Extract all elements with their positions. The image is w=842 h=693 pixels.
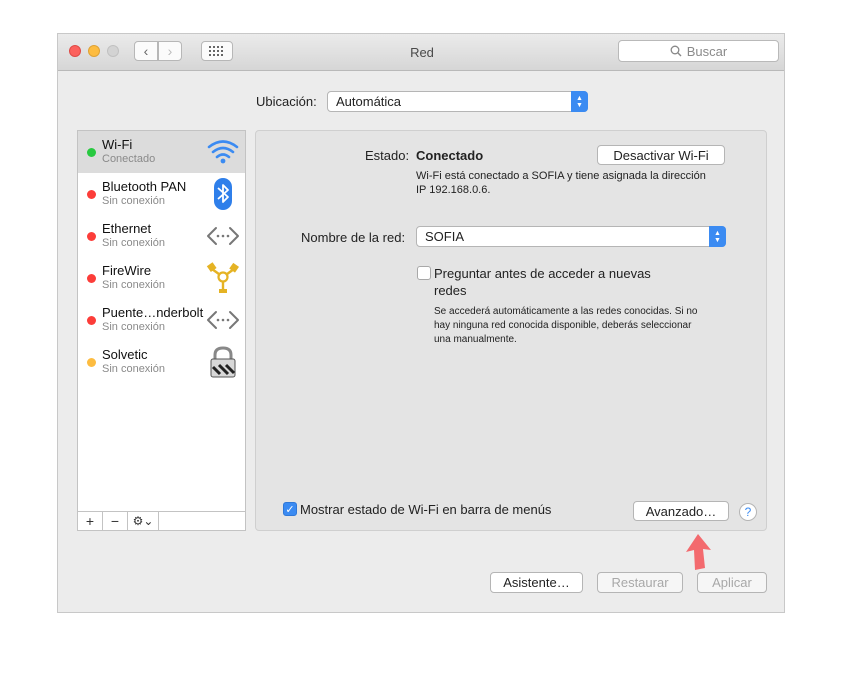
service-name: Puente…nderbolt	[102, 305, 204, 320]
status-description-line2: IP 192.168.0.6.	[416, 184, 491, 196]
toggle-wifi-button[interactable]: Desactivar Wi-Fi	[597, 145, 725, 165]
service-status: Sin conexión	[102, 321, 165, 333]
service-name: Solvetic	[102, 347, 148, 362]
status-dot	[87, 232, 96, 241]
show-wifi-menu-label: Mostrar estado de Wi-Fi en barra de menú…	[300, 502, 552, 517]
thunderbolt-bridge-icon	[207, 311, 239, 329]
status-label: Estado:	[365, 148, 410, 163]
show-wifi-menu-checkbox[interactable]: ✓	[283, 502, 297, 516]
service-name: Ethernet	[102, 221, 152, 236]
popup-arrows-icon: ▲ ▼	[571, 91, 588, 112]
service-status: Sin conexión	[102, 237, 165, 249]
ask-join-description-line1: Se accederá automáticamente a las redes …	[434, 306, 698, 317]
wifi-icon	[207, 140, 239, 164]
service-status: Conectado	[102, 153, 156, 165]
service-item-thunderbolt-bridge[interactable]: Puente…nderbolt Sin conexión	[78, 299, 245, 341]
service-status: Sin conexión	[102, 363, 165, 375]
search-icon	[670, 45, 682, 57]
apply-button[interactable]: Aplicar	[697, 572, 767, 593]
network-name-label: Nombre de la red:	[301, 230, 406, 245]
service-list: Wi-Fi Conectado Bluetooth PAN Sin conexi…	[77, 130, 246, 531]
service-status: Sin conexión	[102, 279, 165, 291]
ask-join-label-line2: redes	[434, 283, 467, 298]
minus-icon: −	[110, 513, 120, 529]
remove-service-button[interactable]: −	[103, 512, 128, 530]
vpn-lock-icon	[210, 346, 236, 378]
status-dot	[87, 190, 96, 199]
service-item-firewire[interactable]: FireWire Sin conexión	[78, 257, 245, 299]
ethernet-icon	[207, 227, 239, 245]
add-service-button[interactable]: +	[78, 512, 103, 530]
bluetooth-icon	[214, 178, 232, 210]
firewire-icon	[206, 262, 239, 293]
location-select[interactable]: Automática ▲ ▼	[327, 91, 588, 112]
status-dot	[87, 358, 96, 367]
wifi-detail-panel: Estado: Conectado Desactivar Wi-Fi Wi-Fi…	[255, 130, 767, 531]
ask-join-checkbox[interactable]	[417, 266, 431, 280]
location-label: Ubicación:	[256, 94, 317, 109]
search-input[interactable]: Buscar	[618, 40, 779, 62]
plus-icon: +	[85, 513, 95, 529]
service-status: Sin conexión	[102, 195, 165, 207]
status-dot	[87, 148, 96, 157]
revert-button[interactable]: Restaurar	[597, 572, 683, 593]
annotation-arrow-icon	[686, 534, 711, 570]
service-actions-menu[interactable]: ⚙︎⌄	[128, 512, 159, 530]
ask-join-label-line1: Preguntar antes de acceder a nuevas	[434, 266, 651, 281]
service-name: FireWire	[102, 263, 152, 278]
service-name: Wi-Fi	[102, 137, 133, 152]
service-item-solvetic[interactable]: Solvetic Sin conexión	[78, 341, 245, 383]
service-list-toolbar: + − ⚙︎⌄	[77, 511, 246, 531]
network-preferences-window: ‹ › Red Buscar Ubicación: Automática ▲▼	[57, 33, 785, 613]
network-name-value: SOFIA	[425, 229, 465, 244]
gear-icon: ⚙︎⌄	[132, 514, 154, 528]
service-item-bluetooth-pan[interactable]: Bluetooth PAN Sin conexión	[78, 173, 245, 215]
status-description-line1: Wi-Fi está conectado a SOFIA y tiene asi…	[416, 170, 706, 182]
search-placeholder: Buscar	[686, 43, 728, 59]
ask-join-description-line3: una manualmente.	[434, 334, 517, 345]
status-dot	[87, 274, 96, 283]
checkmark-icon: ✓	[285, 503, 295, 516]
location-value: Automática	[336, 94, 402, 109]
help-icon: ?	[744, 505, 752, 519]
popup-arrows-icon: ▲ ▼	[709, 226, 726, 247]
network-name-select[interactable]: SOFIA ▲ ▼	[416, 226, 726, 247]
help-button[interactable]: ?	[739, 503, 757, 521]
assistant-button[interactable]: Asistente…	[490, 572, 583, 593]
status-value: Conectado	[416, 148, 484, 163]
title-bar: ‹ › Red Buscar	[58, 34, 784, 71]
ask-join-description-line2: hay ninguna red conocida disponible, deb…	[434, 320, 692, 331]
service-item-ethernet[interactable]: Ethernet Sin conexión	[78, 215, 245, 257]
advanced-button[interactable]: Avanzado…	[633, 501, 729, 521]
service-name: Bluetooth PAN	[102, 179, 187, 194]
service-item-wifi[interactable]: Wi-Fi Conectado	[78, 131, 245, 173]
status-dot	[87, 316, 96, 325]
